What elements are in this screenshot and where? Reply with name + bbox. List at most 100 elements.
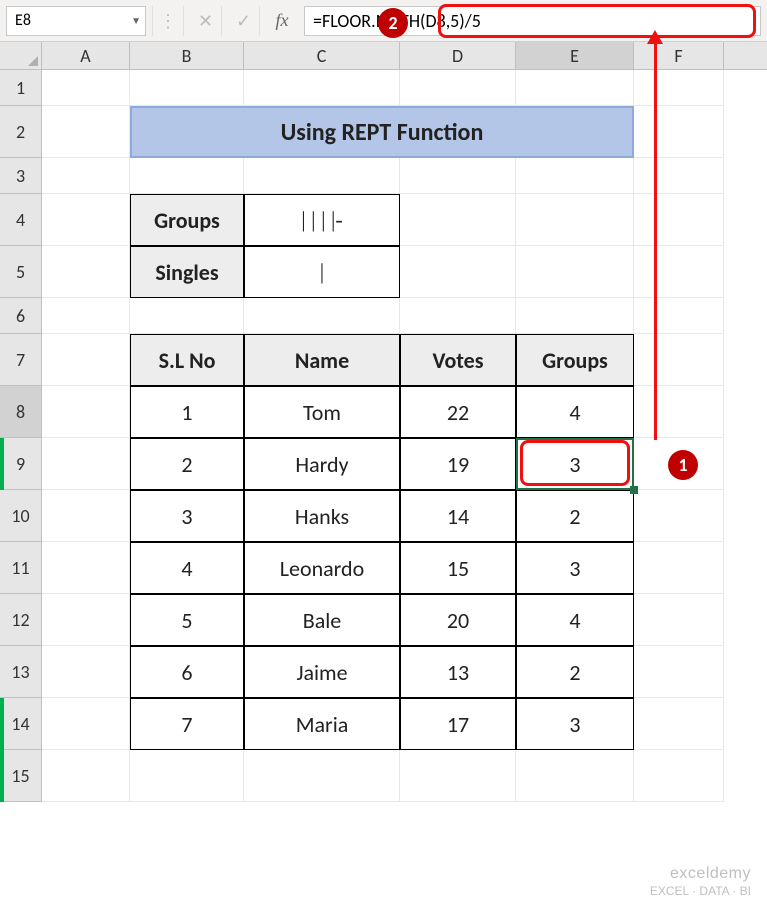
th-groups[interactable]: Groups xyxy=(516,334,634,386)
cancel-icon[interactable]: ✕ xyxy=(190,6,222,36)
cell-C15[interactable] xyxy=(244,750,400,802)
cell-E8[interactable]: 4 xyxy=(516,386,634,438)
row-header-11[interactable]: 11 xyxy=(0,542,42,594)
cell-F5[interactable] xyxy=(634,246,724,298)
cell-D11[interactable]: 15 xyxy=(400,542,516,594)
cell-B11[interactable]: 4 xyxy=(130,542,244,594)
cell-F11[interactable] xyxy=(634,542,724,594)
row-header-12[interactable]: 12 xyxy=(0,594,42,646)
cell-E15[interactable] xyxy=(516,750,634,802)
cell-A12[interactable] xyxy=(42,594,130,646)
cell-A10[interactable] xyxy=(42,490,130,542)
tally-groups-value[interactable]: | | | |- xyxy=(244,194,400,246)
fx-button[interactable]: fx xyxy=(266,6,298,36)
cell-E12[interactable]: 4 xyxy=(516,594,634,646)
cell-B15[interactable] xyxy=(130,750,244,802)
cell-B14[interactable]: 7 xyxy=(130,698,244,750)
label-singles[interactable]: Singles xyxy=(130,246,244,298)
cell-B1[interactable] xyxy=(130,70,244,106)
cell-C14[interactable]: Maria xyxy=(244,698,400,750)
cell-D12[interactable]: 20 xyxy=(400,594,516,646)
select-all-corner[interactable] xyxy=(0,42,42,69)
row-header-9[interactable]: 9 xyxy=(0,438,42,490)
cell-F10[interactable] xyxy=(634,490,724,542)
col-header-B[interactable]: B xyxy=(130,42,244,69)
fill-handle[interactable] xyxy=(630,486,638,494)
cell-F13[interactable] xyxy=(634,646,724,698)
label-groups[interactable]: Groups xyxy=(130,194,244,246)
cell-B6[interactable] xyxy=(130,298,244,334)
th-sl[interactable]: S.L No xyxy=(130,334,244,386)
row-header-8[interactable]: 8 xyxy=(0,386,42,438)
cell-E9[interactable]: 3 xyxy=(516,438,634,490)
row-header-15[interactable]: 15 xyxy=(0,750,42,802)
cell-F6[interactable] xyxy=(634,298,724,334)
row-header-2[interactable]: 2 xyxy=(0,106,42,158)
cell-E13[interactable]: 2 xyxy=(516,646,634,698)
cell-B13[interactable]: 6 xyxy=(130,646,244,698)
cell-F2[interactable] xyxy=(634,106,724,158)
cell-A11[interactable] xyxy=(42,542,130,594)
cell-A4[interactable] xyxy=(42,194,130,246)
row-header-7[interactable]: 7 xyxy=(0,334,42,386)
cell-F8[interactable] xyxy=(634,386,724,438)
cell-D9[interactable]: 19 xyxy=(400,438,516,490)
cell-F7[interactable] xyxy=(634,334,724,386)
cell-A15[interactable] xyxy=(42,750,130,802)
cell-C11[interactable]: Leonardo xyxy=(244,542,400,594)
cell-D8[interactable]: 22 xyxy=(400,386,516,438)
row-header-1[interactable]: 1 xyxy=(0,70,42,106)
cell-C13[interactable]: Jaime xyxy=(244,646,400,698)
row-header-3[interactable]: 3 xyxy=(0,158,42,194)
cell-D13[interactable]: 13 xyxy=(400,646,516,698)
cell-D4[interactable] xyxy=(400,194,516,246)
th-name[interactable]: Name xyxy=(244,334,400,386)
col-header-C[interactable]: C xyxy=(244,42,400,69)
cell-A7[interactable] xyxy=(42,334,130,386)
cell-E6[interactable] xyxy=(516,298,634,334)
name-box-dropdown-icon[interactable]: ▼ xyxy=(131,14,141,27)
name-box[interactable]: E8 ▼ xyxy=(6,6,146,36)
cell-E1[interactable] xyxy=(516,70,634,106)
formula-input[interactable]: =FLOOR.MATH(D8,5)/5 xyxy=(304,6,761,36)
cell-D15[interactable] xyxy=(400,750,516,802)
cell-B10[interactable]: 3 xyxy=(130,490,244,542)
cell-E10[interactable]: 2 xyxy=(516,490,634,542)
cell-B8[interactable]: 1 xyxy=(130,386,244,438)
cell-C10[interactable]: Hanks xyxy=(244,490,400,542)
cell-E4[interactable] xyxy=(516,194,634,246)
row-header-5[interactable]: 5 xyxy=(0,246,42,298)
cell-D3[interactable] xyxy=(400,158,516,194)
cell-A5[interactable] xyxy=(42,246,130,298)
cell-E11[interactable]: 3 xyxy=(516,542,634,594)
row-header-13[interactable]: 13 xyxy=(0,646,42,698)
col-header-D[interactable]: D xyxy=(400,42,516,69)
cell-D6[interactable] xyxy=(400,298,516,334)
cell-E3[interactable] xyxy=(516,158,634,194)
cell-A6[interactable] xyxy=(42,298,130,334)
cell-C9[interactable]: Hardy xyxy=(244,438,400,490)
cell-F12[interactable] xyxy=(634,594,724,646)
row-header-4[interactable]: 4 xyxy=(0,194,42,246)
cell-D5[interactable] xyxy=(400,246,516,298)
row-header-14[interactable]: 14 xyxy=(0,698,42,750)
cell-F14[interactable] xyxy=(634,698,724,750)
row-header-6[interactable]: 6 xyxy=(0,298,42,334)
cell-A1[interactable] xyxy=(42,70,130,106)
cell-D10[interactable]: 14 xyxy=(400,490,516,542)
cell-A3[interactable] xyxy=(42,158,130,194)
cell-F1[interactable] xyxy=(634,70,724,106)
row-header-10[interactable]: 10 xyxy=(0,490,42,542)
cell-F4[interactable] xyxy=(634,194,724,246)
cell-C3[interactable] xyxy=(244,158,400,194)
cell-F3[interactable] xyxy=(634,158,724,194)
cell-B3[interactable] xyxy=(130,158,244,194)
tally-singles-value[interactable]: | xyxy=(244,246,400,298)
cell-B9[interactable]: 2 xyxy=(130,438,244,490)
cell-B12[interactable]: 5 xyxy=(130,594,244,646)
col-header-A[interactable]: A xyxy=(42,42,130,69)
cell-E5[interactable] xyxy=(516,246,634,298)
cell-C6[interactable] xyxy=(244,298,400,334)
cell-C1[interactable] xyxy=(244,70,400,106)
cell-C12[interactable]: Bale xyxy=(244,594,400,646)
